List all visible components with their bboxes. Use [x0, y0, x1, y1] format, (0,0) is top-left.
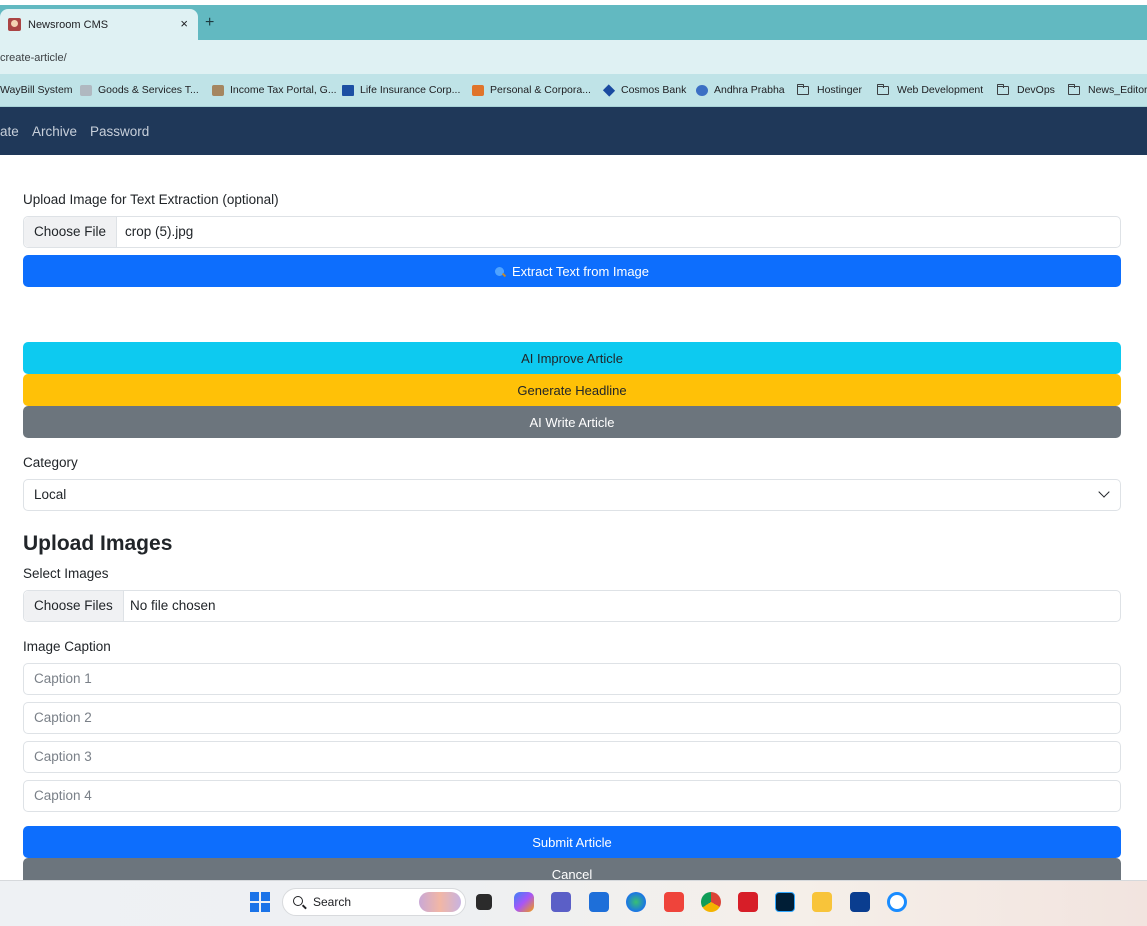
caption-placeholder: Caption 4 — [34, 788, 92, 803]
category-select[interactable]: Local — [23, 479, 1121, 511]
site-favicon-icon — [8, 18, 21, 31]
magnifier-icon — [494, 266, 504, 276]
bookmark-label: DevOps — [1017, 84, 1055, 96]
nav-link-password[interactable]: Password — [90, 124, 149, 139]
caption-placeholder: Caption 3 — [34, 749, 92, 764]
task-view-icon[interactable] — [476, 894, 492, 910]
yatra-icon[interactable] — [738, 892, 758, 912]
emblem-icon — [80, 84, 92, 96]
bookmark-label: Life Insurance Corp... — [360, 84, 461, 96]
submit-article-label: Submit Article — [532, 834, 612, 850]
select-images-label: Select Images — [23, 566, 109, 581]
category-label: Category — [23, 455, 78, 470]
url-text[interactable]: create-article/ — [0, 52, 67, 64]
ai-write-article-button[interactable]: AI Write Article — [23, 406, 1121, 438]
bookmark-waybill-system[interactable]: WayBill System — [0, 84, 73, 96]
chevron-down-icon — [1098, 486, 1110, 498]
extract-image-label: Upload Image for Text Extraction (option… — [23, 192, 279, 207]
bank-logo-icon — [472, 84, 484, 96]
selected-file-name: crop (5).jpg — [125, 224, 194, 239]
windows-taskbar: Search — [0, 880, 1147, 926]
extract-text-button-label: Extract Text from Image — [511, 263, 650, 279]
generate-headline-button[interactable]: Generate Headline — [23, 374, 1121, 406]
file-explorer-icon[interactable] — [812, 892, 832, 912]
bookmark-cosmos-bank[interactable]: Cosmos Bank — [602, 83, 687, 97]
category-selected-value: Local — [34, 487, 67, 502]
bookmark-lic[interactable]: Life Insurance Corp... — [342, 84, 460, 96]
new-tab-icon[interactable]: + — [205, 14, 214, 32]
bookmark-label: Goods & Services T... — [98, 84, 199, 96]
tab-bar: Newsroom CMS × + — [0, 5, 1147, 40]
bookmark-label: News_Editoria — [1088, 84, 1147, 96]
caption-input-2[interactable]: Caption 2 — [23, 702, 1121, 734]
extract-text-button[interactable]: Extract Text from Image — [23, 255, 1121, 287]
cosmos-logo-icon — [602, 83, 616, 97]
bookmarks-bar: WayBill System Goods & Services T... Inc… — [0, 74, 1147, 107]
no-file-chosen-text: No file chosen — [130, 598, 216, 613]
anydesk-icon[interactable] — [664, 892, 684, 912]
sync-icon[interactable] — [887, 892, 907, 912]
ftp-icon[interactable] — [850, 892, 870, 912]
bookmark-label: Income Tax Portal, G... — [230, 84, 337, 96]
bookmark-folder-web-development[interactable]: Web Development — [877, 83, 984, 96]
caption-placeholder: Caption 2 — [34, 710, 92, 725]
choose-files-button[interactable]: Choose Files — [24, 591, 124, 621]
extract-image-file-input[interactable]: Choose File crop (5).jpg — [23, 216, 1121, 248]
teams-icon[interactable] — [551, 892, 571, 912]
app-navbar: ate Archive Password — [0, 107, 1147, 155]
caption-input-4[interactable]: Caption 4 — [23, 780, 1121, 812]
select-images-file-input[interactable]: Choose Files No file chosen — [23, 590, 1121, 622]
tab-title: Newsroom CMS — [28, 18, 109, 31]
search-icon — [293, 896, 303, 906]
lic-logo-icon — [342, 84, 354, 96]
emblem-icon — [212, 84, 224, 96]
store-icon[interactable] — [589, 892, 609, 912]
bookmark-label: WayBill System — [0, 84, 73, 96]
generate-headline-label: Generate Headline — [517, 382, 627, 398]
globe-icon — [696, 84, 708, 96]
copilot-icon[interactable] — [514, 892, 534, 912]
bookmark-income-tax[interactable]: Income Tax Portal, G... — [212, 84, 337, 96]
folder-icon — [1068, 83, 1080, 95]
bookmark-folder-hostinger[interactable]: Hostinger — [797, 83, 862, 96]
bookmark-label: Web Development — [897, 84, 984, 96]
taskbar-search-text: Search — [313, 895, 352, 909]
ai-write-article-label: AI Write Article — [529, 414, 615, 430]
taskbar-search-box[interactable]: Search — [282, 888, 466, 916]
bookmark-label: Cosmos Bank — [621, 84, 687, 96]
submit-article-button[interactable]: Submit Article — [23, 826, 1121, 858]
choose-file-button[interactable]: Choose File — [24, 217, 118, 247]
bookmark-folder-news-editorial[interactable]: News_Editoria — [1068, 83, 1147, 96]
folder-icon — [997, 83, 1009, 95]
edge-icon[interactable] — [626, 892, 646, 912]
bookmark-folder-devops[interactable]: DevOps — [997, 83, 1055, 96]
ai-improve-article-button[interactable]: AI Improve Article — [23, 342, 1121, 374]
bookmark-personal-corporate[interactable]: Personal & Corpora... — [472, 84, 591, 96]
bookmark-gst[interactable]: Goods & Services T... — [80, 84, 199, 96]
photoshop-icon[interactable] — [775, 892, 795, 912]
caption-input-3[interactable]: Caption 3 — [23, 741, 1121, 773]
bookmark-andhra-prabha[interactable]: Andhra Prabha — [696, 84, 785, 96]
tab-newsroom-cms[interactable]: Newsroom CMS × — [0, 9, 198, 40]
chrome-icon[interactable] — [701, 892, 721, 912]
ai-improve-article-label: AI Improve Article — [521, 350, 623, 366]
folder-icon — [797, 83, 809, 95]
nav-link-create[interactable]: ate — [0, 124, 19, 139]
address-bar[interactable]: create-article/ — [0, 40, 1147, 74]
bookmark-label: Hostinger — [817, 84, 862, 96]
windows-start-icon[interactable] — [250, 892, 270, 912]
bookmark-label: Andhra Prabha — [714, 84, 785, 96]
caption-input-1[interactable]: Caption 1 — [23, 663, 1121, 695]
browser-window: Newsroom CMS × + create-article/ WayBill… — [0, 0, 1147, 926]
bookmark-label: Personal & Corpora... — [490, 84, 591, 96]
upload-images-heading: Upload Images — [23, 532, 173, 555]
search-highlight-image — [419, 892, 461, 912]
caption-placeholder: Caption 1 — [34, 671, 92, 686]
close-icon[interactable]: × — [180, 16, 188, 31]
folder-icon — [877, 83, 889, 95]
image-caption-label: Image Caption — [23, 639, 111, 654]
nav-link-archive[interactable]: Archive — [32, 124, 77, 139]
